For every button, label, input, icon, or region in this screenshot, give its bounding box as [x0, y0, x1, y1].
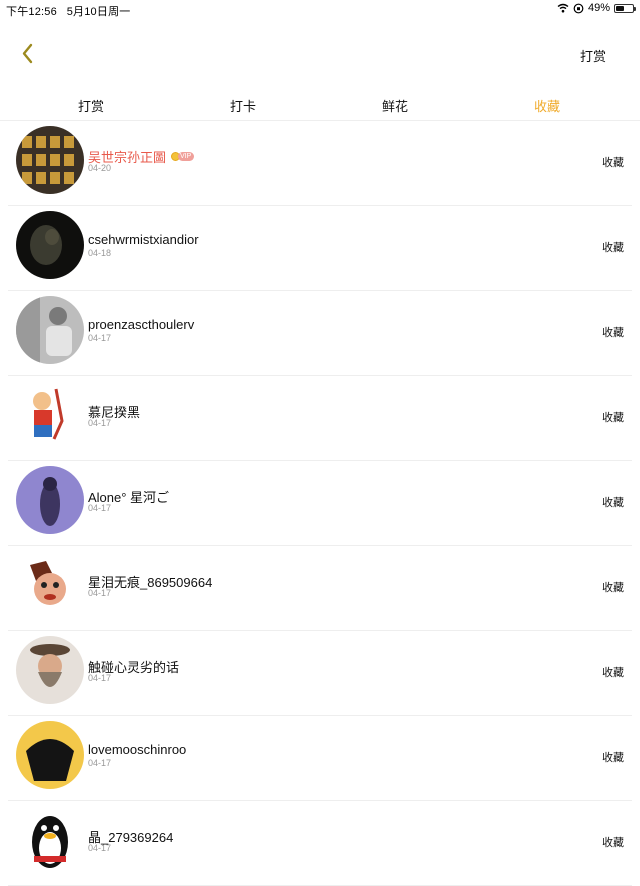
item-name: csehwrmistxiandior	[88, 232, 199, 247]
item-date: 04-17	[88, 588, 112, 598]
reward-action-button[interactable]: 打赏	[580, 46, 606, 65]
avatar	[16, 296, 84, 364]
tab-favorites[interactable]: 收藏	[534, 96, 560, 115]
status-right: 49%	[557, 2, 636, 14]
tab-reward[interactable]: 打赏	[78, 96, 104, 115]
item-name: lovemooschinroo	[88, 742, 187, 757]
list-item[interactable]: 触碰心灵劣的话 04-17 收藏	[8, 631, 632, 716]
list-item[interactable]: csehwrmistxiandior 04-18 收藏	[8, 206, 632, 291]
favorite-label: 收藏	[602, 667, 624, 679]
item-date: 04-17	[88, 503, 112, 513]
list-item[interactable]: proenzascthoulerv 04-17 收藏	[8, 291, 632, 376]
battery-fill	[616, 5, 624, 11]
chevron-left-icon	[22, 43, 33, 64]
favorite-label: 收藏	[602, 582, 624, 594]
tab-checkin[interactable]: 打卡	[230, 96, 256, 115]
back-button[interactable]	[14, 40, 42, 68]
list-item[interactable]: lovemooschinroo 04-17 收藏	[8, 716, 632, 801]
avatar	[16, 126, 84, 194]
item-date: 04-17	[88, 333, 112, 343]
nav-bar: 打赏	[0, 18, 640, 88]
tab-bar: 打赏 打卡 鲜花 收藏	[0, 88, 640, 120]
avatar	[16, 636, 84, 704]
status-time: 下午12:56	[6, 6, 57, 18]
favorite-label: 收藏	[602, 412, 624, 424]
item-date: 04-17	[88, 843, 112, 853]
item-date: 04-17	[88, 673, 112, 683]
item-date: 04-17	[88, 418, 112, 428]
favorite-label: 收藏	[602, 242, 624, 254]
favorite-label: 收藏	[602, 497, 624, 509]
vip-badge-label: VIP	[178, 152, 195, 161]
status-date: 5月10日周一	[66, 6, 131, 18]
tab-flowers[interactable]: 鲜花	[382, 96, 408, 115]
list-item[interactable]: Alone° 星河ご 04-17 收藏	[8, 461, 632, 546]
favorite-label: 收藏	[602, 837, 624, 849]
favorites-list: 吴世宗孙正圖 VIP 04-20 收藏 csehwrmistxiandior 04…	[0, 121, 640, 886]
vip-badge: VIP	[171, 152, 195, 162]
item-date: 04-17	[88, 758, 112, 768]
list-item[interactable]: 星泪无痕_869509664 04-17 收藏	[8, 546, 632, 631]
list-item[interactable]: 晶_279369264 04-17 收藏	[8, 801, 632, 886]
battery-percent: 49%	[587, 2, 610, 14]
favorite-label: 收藏	[602, 327, 624, 339]
favorite-label: 收藏	[602, 752, 624, 764]
orientation-lock-icon	[573, 3, 584, 13]
status-time-date: 下午12:56 5月10日周一	[6, 3, 130, 19]
item-date: 04-18	[88, 248, 112, 258]
avatar	[16, 806, 84, 874]
status-bar: 下午12:56 5月10日周一 49%	[0, 0, 640, 18]
avatar	[16, 721, 84, 789]
battery-icon	[614, 3, 636, 13]
list-item[interactable]: 吴世宗孙正圖 VIP 04-20 收藏	[8, 121, 632, 206]
avatar	[16, 211, 84, 279]
avatar	[16, 466, 84, 534]
avatar	[16, 551, 84, 619]
item-name: proenzascthoulerv	[88, 317, 195, 332]
list-item[interactable]: 慕尼揆黑 04-17 收藏	[8, 376, 632, 461]
wifi-icon	[557, 3, 569, 13]
item-date: 04-20	[88, 163, 112, 173]
favorite-label: 收藏	[602, 157, 624, 169]
avatar	[16, 381, 84, 449]
